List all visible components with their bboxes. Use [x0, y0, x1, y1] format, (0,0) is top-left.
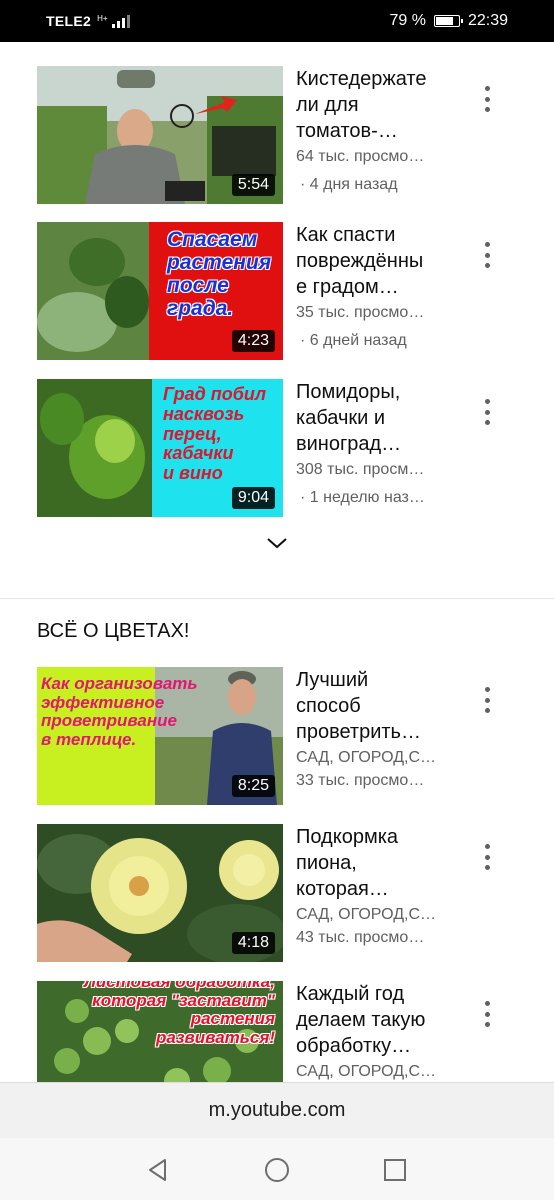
video-item[interactable]: Листовая обработка, которая "заставит" р…: [37, 981, 517, 1082]
browser-url-bar[interactable]: m.youtube.com: [0, 1082, 554, 1138]
title-line: е градом…: [296, 276, 399, 298]
video-views: 43 тыс. просмо…: [296, 929, 425, 946]
battery-percent: 79 %: [389, 12, 426, 29]
back-icon[interactable]: [145, 1157, 171, 1183]
video-age: · 1 неделю наз…: [300, 489, 425, 506]
video-duration: 5:54: [231, 174, 275, 196]
title-line: кабачки и: [296, 407, 386, 429]
signal-icon: H+: [97, 14, 130, 28]
video-item[interactable]: 5:54 Кистедержате ли для томатов-… 64 ты…: [37, 66, 517, 206]
video-title[interactable]: Помидоры, кабачки и виноград…: [296, 379, 446, 457]
thumbnail-caption: Как организовать эффективное проветриван…: [41, 674, 198, 750]
title-line: способ: [296, 695, 361, 717]
video-thumbnail[interactable]: 4:18: [37, 824, 283, 962]
thumbnail-caption: Град побил насквозь перец, кабачки и вин…: [163, 384, 267, 484]
video-item[interactable]: Град побил насквозь перец, кабачки и вин…: [37, 379, 517, 519]
section-divider: [0, 598, 554, 599]
more-options-icon[interactable]: [477, 685, 497, 715]
carrier-name: TELE2: [46, 13, 92, 29]
status-bar: TELE2 H+ 79 % 22:39: [0, 0, 554, 42]
battery-icon: [433, 15, 463, 27]
more-options-icon[interactable]: [477, 84, 497, 114]
recent-apps-icon[interactable]: [382, 1157, 408, 1183]
title-line: делаем такую: [296, 1009, 426, 1031]
title-line: которая…: [296, 878, 389, 900]
video-feed: 5:54 Кистедержате ли для томатов-… 64 ты…: [0, 42, 554, 1082]
video-thumbnail[interactable]: Град побил насквозь перец, кабачки и вин…: [37, 379, 283, 517]
title-line: Подкормка: [296, 826, 399, 848]
video-views: 35 тыс. просмо…: [296, 304, 425, 321]
title-line: Как спасти: [296, 224, 396, 246]
video-views: 308 тыс. просм…: [296, 461, 425, 478]
section-title: ВСЁ О ЦВЕТАХ!: [37, 620, 190, 642]
url-text[interactable]: m.youtube.com: [209, 1099, 346, 1122]
title-line: Каждый год: [296, 983, 405, 1005]
more-options-icon[interactable]: [477, 397, 497, 427]
title-line: томатов-…: [296, 120, 398, 142]
video-duration: 8:25: [231, 775, 275, 797]
more-options-icon[interactable]: [477, 999, 497, 1029]
home-icon[interactable]: [264, 1157, 290, 1183]
title-line: Кистедержате: [296, 68, 427, 90]
video-age: · 6 дней назад: [300, 332, 407, 349]
title-line: Помидоры,: [296, 381, 401, 403]
thumbnail-caption: Спасаем растения после града.: [167, 228, 272, 321]
video-duration: 4:23: [231, 330, 275, 352]
system-navigation-bar: [0, 1138, 554, 1200]
more-options-icon[interactable]: [477, 842, 497, 872]
more-options-icon[interactable]: [477, 240, 497, 270]
title-line: пиона,: [296, 852, 357, 874]
video-thumbnail[interactable]: Спасаем растения после града. 4:23: [37, 222, 283, 360]
title-line: ли для: [296, 94, 359, 116]
video-channel: САД, ОГОРОД,С…: [296, 1063, 437, 1080]
video-title[interactable]: Лучший способ проветрить…: [296, 667, 446, 745]
video-channel: САД, ОГОРОД,С…: [296, 906, 437, 923]
title-line: Лучший: [296, 669, 369, 691]
video-item[interactable]: 4:18 Подкормка пиона, которая… САД, ОГОР…: [37, 824, 517, 964]
network-type: H+: [97, 14, 108, 23]
video-title[interactable]: Кистедержате ли для томатов-…: [296, 66, 446, 144]
chevron-down-icon[interactable]: [266, 536, 288, 550]
title-line: повреждённы: [296, 250, 424, 272]
video-title[interactable]: Каждый год делаем такую обработку…: [296, 981, 446, 1059]
video-title[interactable]: Как спасти повреждённы е градом…: [296, 222, 446, 300]
video-duration: 4:18: [231, 932, 275, 954]
video-item[interactable]: Как организовать эффективное проветриван…: [37, 667, 517, 807]
video-age: · 4 дня назад: [300, 176, 398, 193]
video-title[interactable]: Подкормка пиона, которая…: [296, 824, 446, 902]
clock: 22:39: [467, 12, 508, 29]
video-duration: 9:04: [231, 487, 275, 509]
video-thumbnail[interactable]: Как организовать эффективное проветриван…: [37, 667, 283, 805]
title-line: проветрить…: [296, 721, 421, 743]
video-thumbnail[interactable]: 5:54: [37, 66, 283, 204]
title-line: обработку…: [296, 1035, 412, 1057]
video-item[interactable]: Спасаем растения после града. 4:23 Как с…: [37, 222, 517, 362]
thumbnail-caption: Листовая обработка, которая "заставит" р…: [84, 981, 275, 1048]
video-channel: САД, ОГОРОД,С…: [296, 749, 437, 766]
video-views: 33 тыс. просмо…: [296, 772, 425, 789]
video-views: 64 тыс. просмо…: [296, 148, 425, 165]
title-line: виноград…: [296, 433, 402, 455]
video-thumbnail[interactable]: Листовая обработка, которая "заставит" р…: [37, 981, 283, 1082]
